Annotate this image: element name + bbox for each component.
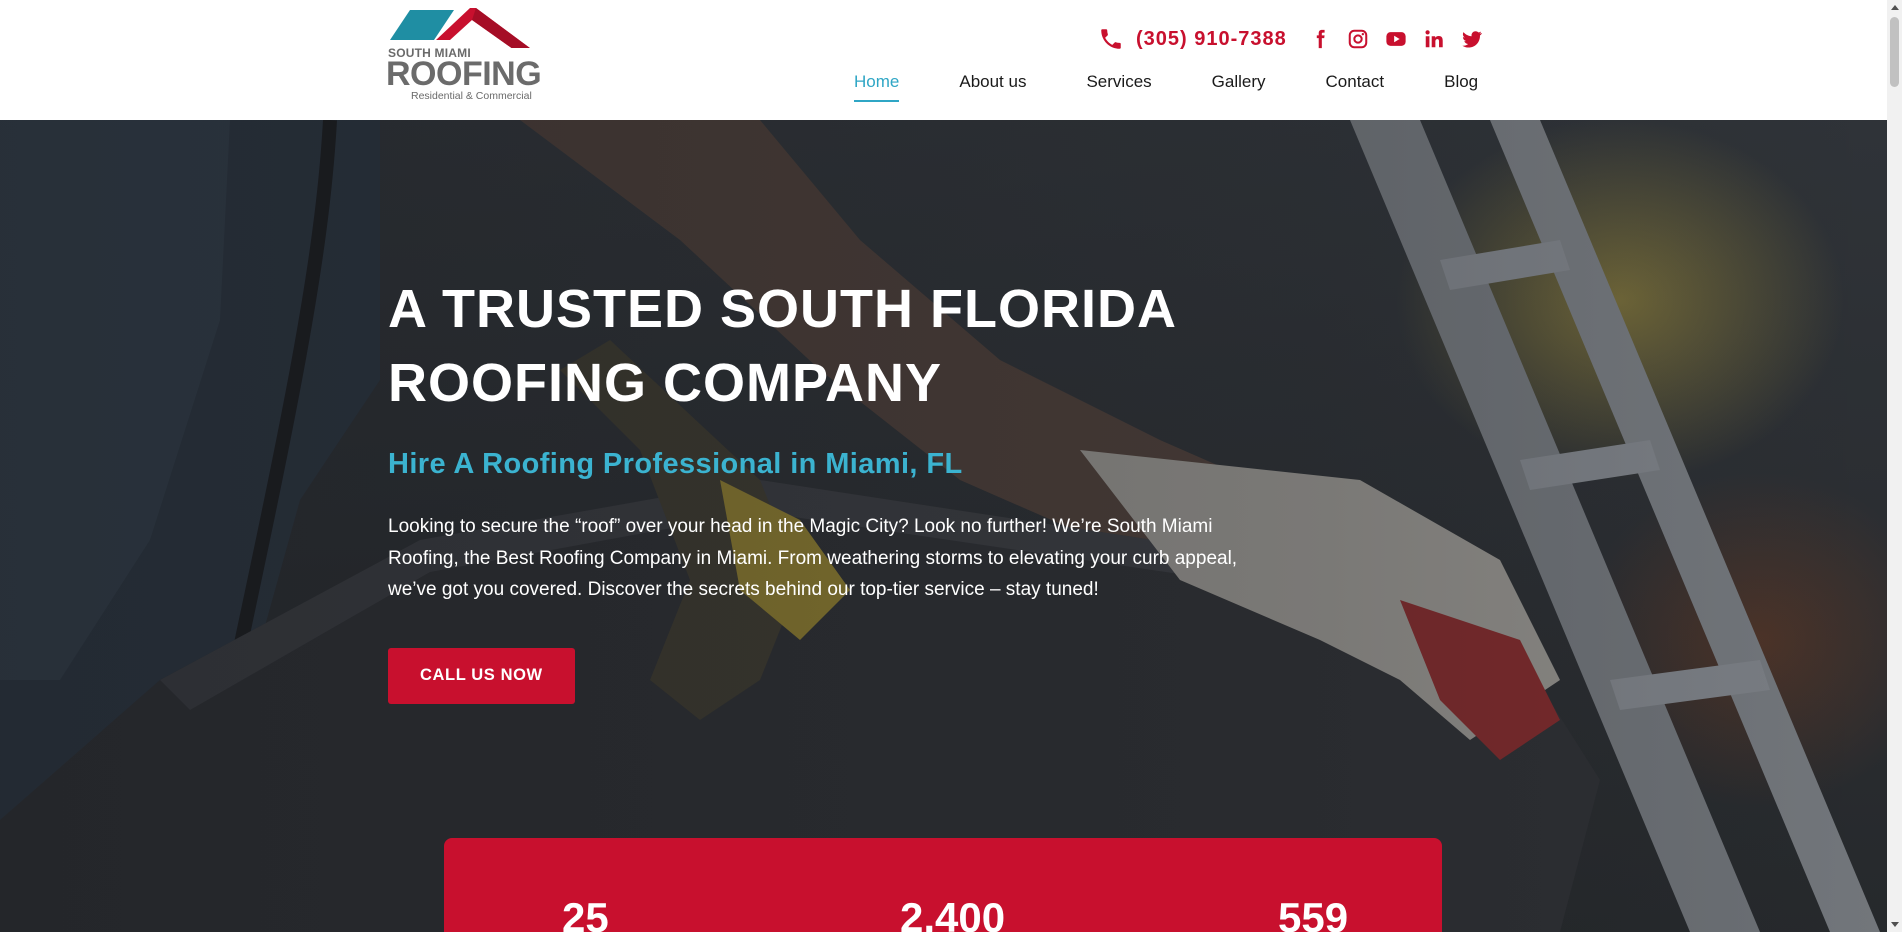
phone-number: (305) 910-7388 (1136, 27, 1287, 50)
instagram-icon (1348, 29, 1368, 49)
hero-content: A TRUSTED SOUTH FLORIDA ROOFING COMPANY … (388, 272, 1288, 704)
page-scrollbar[interactable] (1887, 0, 1902, 932)
phone-icon (1101, 29, 1121, 49)
nav-about-us[interactable]: About us (959, 72, 1026, 102)
twitter-link[interactable] (1461, 28, 1483, 50)
stat-value-3: 559 (1278, 894, 1349, 932)
site-logo[interactable]: SOUTH MIAMI ROOFING Residential & Commer… (386, 8, 542, 102)
facebook-icon (1316, 29, 1325, 49)
facebook-link[interactable] (1309, 28, 1331, 50)
roof-logo-icon (390, 8, 530, 48)
nav-blog[interactable]: Blog (1444, 72, 1478, 102)
hero-description: Looking to secure the “roof” over your h… (388, 516, 1238, 600)
instagram-link[interactable] (1347, 28, 1369, 50)
hero-title: A TRUSTED SOUTH FLORIDA ROOFING COMPANY (388, 272, 1288, 420)
main-nav: Home About us Services Gallery Contact B… (854, 72, 1478, 102)
youtube-link[interactable] (1385, 28, 1407, 50)
logo-line-3: Residential & Commercial (411, 90, 532, 102)
scroll-down-arrow-icon[interactable] (1887, 917, 1902, 932)
call-us-now-button[interactable]: CALL US NOW (388, 647, 575, 704)
hero-section: A TRUSTED SOUTH FLORIDA ROOFING COMPANY … (0, 120, 1887, 932)
stats-bar: 25 2,400 559 (444, 838, 1442, 932)
youtube-icon (1386, 32, 1406, 46)
stat-value-2: 2,400 (900, 894, 1006, 932)
scrollbar-thumb[interactable] (1890, 17, 1899, 87)
hero-subtitle: Hire A Roofing Professional in Miami, FL (388, 448, 963, 480)
social-links (1309, 28, 1499, 50)
twitter-icon (1462, 31, 1482, 48)
hero-title-line-1: A TRUSTED SOUTH FLORIDA (388, 279, 1177, 339)
stat-value-1: 25 (562, 894, 609, 932)
linkedin-link[interactable] (1423, 28, 1445, 50)
linkedin-icon (1425, 30, 1443, 48)
logo-line-2: ROOFING (386, 55, 542, 93)
hero-title-line-2: ROOFING COMPANY (388, 353, 942, 413)
scroll-up-arrow-icon[interactable] (1887, 0, 1902, 15)
phone-link[interactable]: (305) 910-7388 (1098, 26, 1287, 52)
header-topbar: (305) 910-7388 (1098, 24, 1499, 54)
nav-services[interactable]: Services (1086, 72, 1151, 102)
nav-gallery[interactable]: Gallery (1212, 72, 1266, 102)
nav-contact[interactable]: Contact (1326, 72, 1385, 102)
nav-home[interactable]: Home (854, 72, 900, 102)
site-header: SOUTH MIAMI ROOFING Residential & Commer… (0, 0, 1887, 120)
